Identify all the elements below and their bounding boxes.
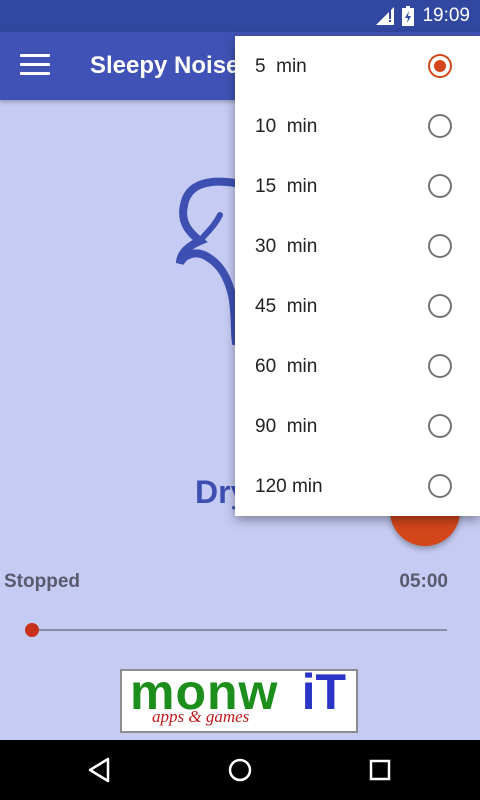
timer-option-label: 30 min (255, 236, 318, 257)
timer-option-label: 15 min (255, 176, 318, 197)
ad-tagline: apps & games (152, 707, 250, 726)
timer-option[interactable]: 5 min (235, 36, 480, 96)
radio-button[interactable] (428, 234, 452, 258)
home-icon[interactable] (226, 756, 254, 784)
radio-button[interactable] (428, 474, 452, 498)
timer-option-label: 45 min (255, 296, 318, 317)
radio-button[interactable] (428, 414, 452, 438)
status-time: 19:09 (422, 5, 470, 26)
timer-option-label: 5 min (255, 56, 307, 77)
timer-option[interactable]: 30 min (235, 216, 480, 276)
timer-option[interactable]: 10 min (235, 96, 480, 156)
seek-bar[interactable] (25, 621, 447, 639)
timer-option[interactable]: 60 min (235, 336, 480, 396)
sound-illustration (176, 177, 240, 345)
signal-icon (376, 7, 395, 25)
timer-option[interactable]: 45 min (235, 276, 480, 336)
radio-button[interactable] (428, 354, 452, 378)
timer-option-label: 10 min (255, 116, 318, 137)
radio-button[interactable] (428, 114, 452, 138)
battery-charging-icon (402, 6, 415, 26)
timer-value: 05:00 (399, 571, 448, 592)
ad-banner[interactable]: monw iT apps & games (120, 669, 358, 733)
playback-status: Stopped (4, 571, 80, 592)
app-title: Sleepy Noises (90, 52, 253, 79)
timer-dropdown-menu: 5 min 10 min 15 min 30 min 45 min 60 min 90 mi… (235, 36, 480, 516)
timer-option[interactable]: 15 min (235, 156, 480, 216)
ad-brand-suffix: iT (301, 669, 346, 720)
radio-button[interactable] (428, 174, 452, 198)
recents-icon[interactable] (366, 756, 394, 784)
timer-option-label: 120 min (255, 476, 323, 497)
hamburger-menu-icon[interactable] (20, 54, 50, 78)
status-bar: 19:09 (0, 0, 480, 32)
seek-thumb[interactable] (25, 623, 39, 637)
back-icon[interactable] (86, 756, 114, 784)
timer-option[interactable]: 120 min (235, 456, 480, 516)
timer-option-label: 90 min (255, 416, 318, 437)
navigation-bar (0, 740, 480, 800)
radio-button[interactable] (428, 54, 452, 78)
timer-option-label: 60 min (255, 356, 318, 377)
radio-button[interactable] (428, 294, 452, 318)
seek-track (33, 629, 447, 631)
timer-option[interactable]: 90 min (235, 396, 480, 456)
